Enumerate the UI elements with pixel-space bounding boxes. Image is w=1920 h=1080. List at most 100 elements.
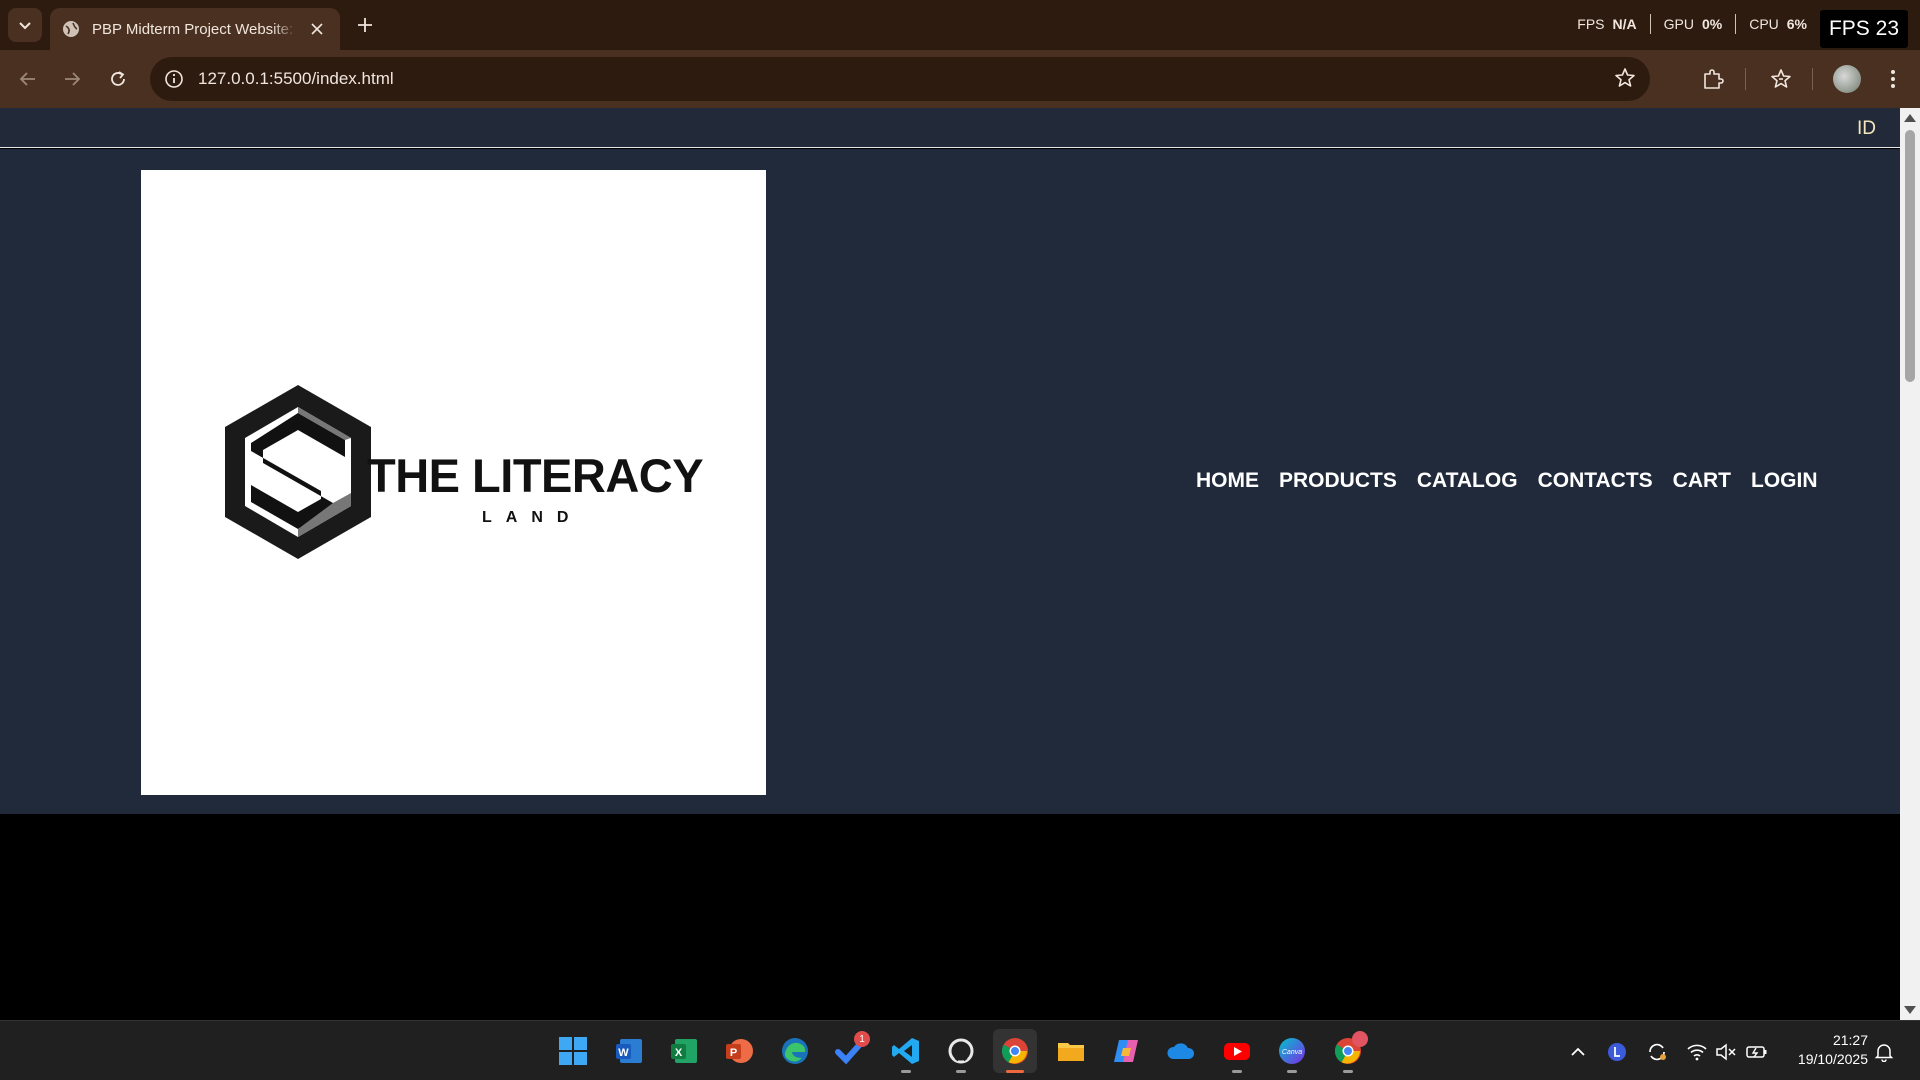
language-toggle[interactable]: ID	[1857, 118, 1876, 140]
arrow-right-icon	[65, 72, 81, 86]
running-indicator	[1006, 1070, 1024, 1073]
reload-button[interactable]	[100, 61, 136, 97]
more-vertical-icon	[1891, 70, 1895, 88]
language-bar: ID	[0, 108, 1900, 148]
performance-stats: FPS N/A GPU 0% CPU 6%	[1564, 14, 1820, 34]
svg-text:X: X	[675, 1047, 683, 1059]
folder-icon	[1058, 1043, 1084, 1061]
taskbar-vscode[interactable]	[884, 1029, 928, 1073]
globe-icon	[63, 21, 79, 37]
new-tab-button[interactable]	[350, 10, 380, 40]
divider	[1812, 68, 1813, 90]
info-icon[interactable]	[164, 69, 184, 89]
tray-volume[interactable]	[1715, 1041, 1737, 1063]
tray-wifi[interactable]	[1686, 1041, 1708, 1063]
taskbar-copilot[interactable]	[1104, 1029, 1148, 1073]
system-clock[interactable]: 21:27 19/10/2025	[1798, 1031, 1868, 1069]
taskbar-word[interactable]: W	[607, 1029, 651, 1073]
scroll-down-arrow-icon[interactable]	[1904, 1006, 1916, 1014]
address-bar[interactable]: 127.0.0.1:5500/index.html	[150, 57, 1650, 101]
fps-label: FPS	[1577, 16, 1605, 32]
nav-cart-link[interactable]: CART	[1673, 469, 1731, 493]
wifi-icon	[1687, 1044, 1707, 1061]
main-navigation: HOME PRODUCTS CATALOG CONTACTS CART LOGI…	[1196, 469, 1818, 493]
tray-app-l[interactable]	[1606, 1041, 1628, 1063]
running-indicator	[956, 1070, 966, 1073]
tray-sync[interactable]	[1646, 1041, 1668, 1063]
fps-stat: FPS N/A	[1564, 16, 1649, 32]
notification-badge: 1	[854, 1031, 870, 1047]
vscode-icon	[892, 1038, 919, 1064]
bookmark-star-icon[interactable]	[1614, 67, 1636, 89]
logo-title: THE LITERACY	[367, 449, 704, 502]
browser-tab[interactable]: PBP Midterm Project Website: The Literac…	[50, 8, 340, 50]
show-hidden-icons-button[interactable]	[1567, 1041, 1589, 1063]
app-l-icon	[1608, 1043, 1626, 1061]
fps-overlay: FPS 23	[1820, 10, 1908, 48]
avatar	[1833, 65, 1861, 93]
fps-value: N/A	[1612, 16, 1637, 32]
site-logo[interactable]: THE LITERACY LAND	[141, 170, 766, 795]
notifications-button[interactable]	[1873, 1041, 1895, 1063]
windows-taskbar: W X P 1 Canva 21:27 19/10/2025	[0, 1020, 1920, 1080]
forward-button[interactable]	[54, 61, 90, 97]
profile-button[interactable]	[1829, 61, 1865, 97]
running-indicator	[901, 1070, 911, 1073]
cloud-icon	[1167, 1043, 1195, 1059]
taskbar-file-explorer[interactable]	[1049, 1029, 1093, 1073]
arrow-left-icon	[19, 72, 35, 86]
site-header: THE LITERACY LAND HOME PRODUCTS CATALOG …	[0, 149, 1900, 814]
tray-battery[interactable]	[1746, 1041, 1768, 1063]
browser-menu-button[interactable]	[1875, 61, 1911, 97]
volume-muted-icon	[1716, 1043, 1736, 1061]
plus-icon	[358, 18, 372, 32]
clock-time: 21:27	[1832, 1032, 1868, 1048]
chrome-icon	[1001, 1038, 1028, 1064]
taskbar-canva[interactable]: Canva	[1270, 1029, 1314, 1073]
browser-tab-strip: PBP Midterm Project Website: The Literac…	[0, 0, 1920, 50]
canva-icon: Canva	[1279, 1038, 1305, 1064]
taskbar-todo[interactable]: 1	[828, 1029, 872, 1073]
tab-title: PBP Midterm Project Website: The Literac…	[92, 20, 297, 38]
taskbar-chrome-profile[interactable]	[1326, 1029, 1370, 1073]
taskbar-edge[interactable]	[773, 1029, 817, 1073]
extensions-button[interactable]	[1695, 61, 1731, 97]
nav-contacts-link[interactable]: CONTACTS	[1538, 469, 1653, 493]
running-indicator	[1287, 1070, 1297, 1073]
logo-hexagon-icon	[225, 385, 371, 559]
scroll-thumb[interactable]	[1905, 130, 1915, 382]
nav-home-link[interactable]: HOME	[1196, 469, 1259, 493]
running-indicator	[1232, 1070, 1242, 1073]
copilot-icon	[1114, 1040, 1138, 1062]
start-button[interactable]	[551, 1029, 595, 1073]
taskbar-chrome[interactable]	[993, 1029, 1037, 1073]
cpu-stat: CPU 6%	[1736, 16, 1820, 32]
back-button[interactable]	[10, 61, 46, 97]
word-icon: W	[616, 1039, 642, 1063]
url-text: 127.0.0.1:5500/index.html	[198, 69, 394, 88]
bell-icon	[1874, 1044, 1894, 1062]
clock-date: 19/10/2025	[1797, 1051, 1868, 1067]
nav-catalog-link[interactable]: CATALOG	[1417, 469, 1518, 493]
taskbar-youtube[interactable]	[1215, 1029, 1259, 1073]
battery-charging-icon	[1746, 1046, 1767, 1058]
gpu-label: GPU	[1663, 16, 1694, 32]
browser-toolbar: 127.0.0.1:5500/index.html	[0, 50, 1920, 108]
chevron-down-icon	[19, 22, 31, 30]
taskbar-github[interactable]	[939, 1029, 983, 1073]
taskbar-onedrive[interactable]	[1159, 1029, 1203, 1073]
taskbar-excel[interactable]: X	[662, 1029, 706, 1073]
taskbar-powerpoint[interactable]: P	[717, 1029, 761, 1073]
page-scrollbar[interactable]	[1900, 108, 1920, 1020]
powerpoint-icon: P	[726, 1039, 753, 1063]
nav-login-link[interactable]: LOGIN	[1751, 469, 1818, 493]
nav-products-link[interactable]: PRODUCTS	[1279, 469, 1397, 493]
windows-logo-icon	[559, 1037, 587, 1065]
close-tab-button[interactable]	[306, 18, 328, 40]
scroll-up-arrow-icon[interactable]	[1904, 114, 1916, 122]
tab-search-button[interactable]	[8, 8, 42, 42]
gpu-value: 0%	[1701, 16, 1723, 32]
edge-icon	[782, 1038, 808, 1064]
bookmarks-button[interactable]	[1763, 61, 1799, 97]
youtube-icon	[1224, 1043, 1250, 1060]
